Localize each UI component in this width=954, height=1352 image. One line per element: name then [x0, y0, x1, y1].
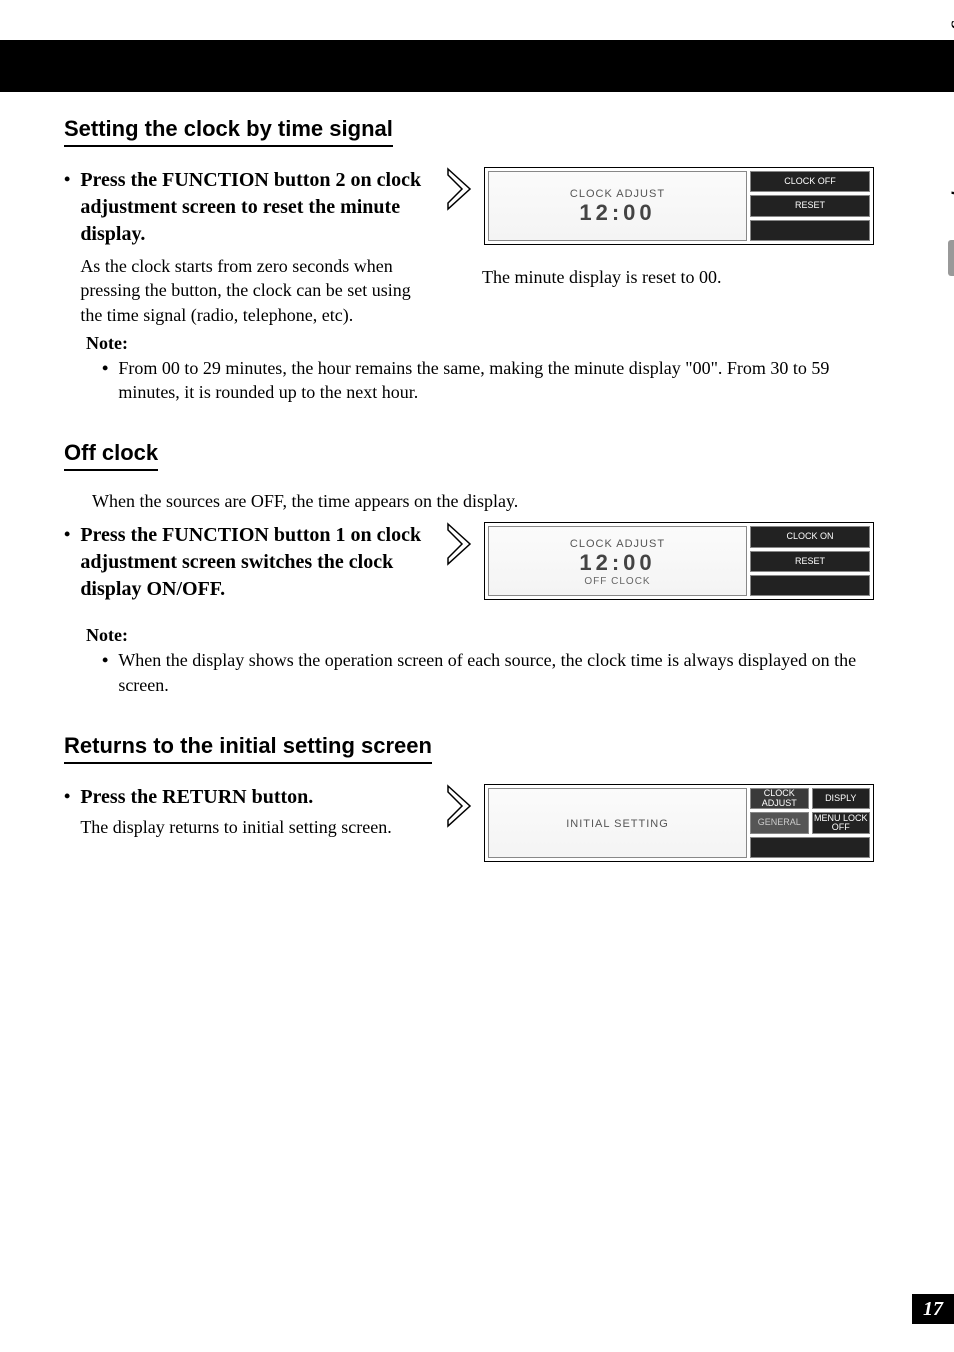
lcd2-title: CLOCK ADJUST [570, 538, 665, 550]
heading-time-signal: Setting the clock by time signal [64, 116, 393, 147]
lcd3-title: INITIAL SETTING [566, 818, 669, 830]
lcd2-btn-blank [750, 575, 870, 596]
lcd3-btn-disply: DISPLY [812, 788, 871, 809]
play-arrow-icon [444, 522, 474, 566]
lcd3-btn-general: GENERAL [750, 812, 809, 833]
bullet-icon: • [64, 524, 70, 546]
note-label-2: Note: [86, 625, 890, 646]
lcd1-btn-blank [750, 220, 870, 241]
lcd1-title: CLOCK ADJUST [570, 188, 665, 200]
page-number: 17 [912, 1294, 954, 1324]
lcd2-time: 12:00 [579, 550, 655, 576]
bullet-icon: • [64, 169, 70, 191]
lcd1-time: 12:00 [579, 200, 655, 226]
body-returns: The display returns to initial setting s… [80, 815, 391, 839]
instruction-off-clock: Press the FUNCTION button 1 on clock adj… [80, 522, 424, 603]
section-off-clock: Off clock When the sources are OFF, the … [64, 440, 890, 697]
instruction-returns: Press the RETURN button. [80, 784, 391, 811]
bullet-icon: • [64, 786, 70, 808]
lcd-screenshot-1: CLOCK ADJUST 12:00 CLOCK OFF RESET [484, 167, 874, 245]
instruction-time-signal: Press the FUNCTION button 2 on clock adj… [80, 167, 424, 248]
lcd1-btn-reset: RESET [750, 195, 870, 216]
caption-reset-to-00: The minute display is reset to 00. [482, 267, 721, 288]
section-time-signal: Setting the clock by time signal • Press… [64, 116, 890, 404]
section-returns: Returns to the initial setting screen • … [64, 733, 890, 862]
intro-off-clock: When the sources are OFF, the time appea… [92, 491, 890, 512]
lcd1-btn-clockoff: CLOCK OFF [750, 171, 870, 192]
lcd2-btn-clockon: CLOCK ON [750, 526, 870, 547]
note-body-2: When the display shows the operation scr… [118, 648, 890, 697]
bullet-icon: • [102, 358, 108, 380]
note-body-1: From 00 to 29 minutes, the hour remains … [118, 356, 890, 405]
header-black-band [0, 40, 954, 92]
heading-returns: Returns to the initial setting screen [64, 733, 432, 764]
lcd3-btn-menulock: MENU LOCK OFF [812, 812, 871, 833]
lcd-screenshot-3: INITIAL SETTING CLOCK ADJUST DISPLY GENE… [484, 784, 874, 862]
heading-off-clock: Off clock [64, 440, 158, 471]
play-arrow-icon [444, 784, 474, 828]
lcd3-btn-clockadjust: CLOCK ADJUST [750, 788, 809, 809]
lcd3-btn-blank [750, 837, 870, 858]
bullet-icon: • [102, 650, 108, 672]
note-label-1: Note: [86, 333, 890, 354]
lcd-screenshot-2: CLOCK ADJUST 12:00 OFF CLOCK CLOCK ON RE… [484, 522, 874, 600]
lcd2-btn-reset: RESET [750, 551, 870, 572]
lcd2-sub: OFF CLOCK [584, 576, 650, 587]
play-arrow-icon [444, 167, 474, 211]
side-tab: Setting Up the Environment for Use [924, 240, 954, 640]
body-time-signal: As the clock starts from zero seconds wh… [80, 254, 424, 327]
